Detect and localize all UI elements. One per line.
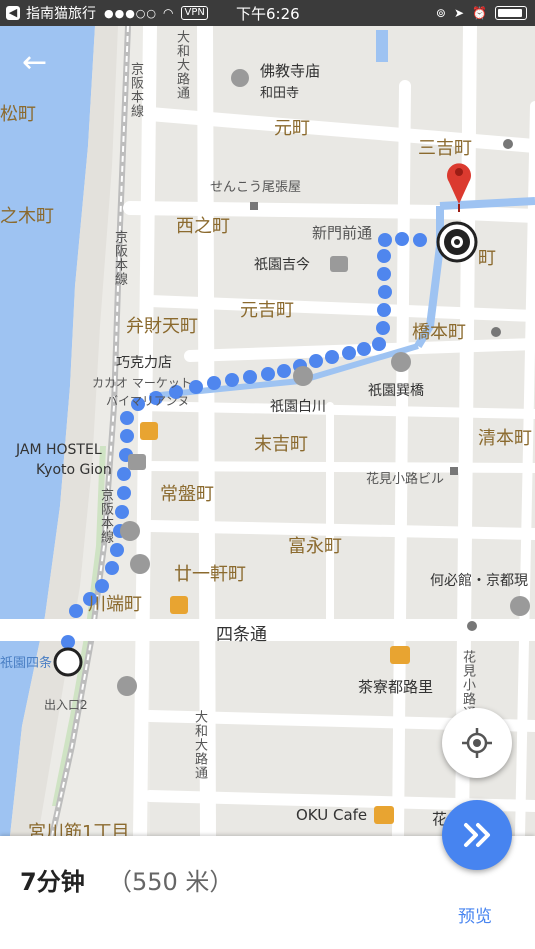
poi-label[interactable]: バイマリアンヌ [106, 392, 190, 409]
signal-icon: ●●●○○ [104, 6, 157, 20]
area-label: 西之町 [176, 216, 230, 237]
poi-label[interactable]: 茶寮都路里 [358, 676, 433, 697]
poi-label[interactable]: JAM HOSTEL [16, 442, 102, 458]
rail-label: 京阪本線 [112, 230, 127, 286]
destination-marker[interactable] [436, 221, 478, 263]
poi-label[interactable]: 祇園吉今 [254, 254, 310, 274]
area-label: 川端町 [88, 594, 142, 615]
poi-label[interactable]: 佛教寺庙 [260, 60, 320, 81]
street-label-shinmonzen: 新門前通 [312, 224, 373, 242]
poi-label[interactable]: 和田寺 [260, 82, 299, 101]
alarm-icon: ⏰ [472, 6, 487, 20]
route-duration: 7分钟 [20, 868, 85, 896]
status-time: 下午6:26 [236, 4, 300, 23]
crosshair-icon [462, 728, 492, 758]
poi-label[interactable]: Kyoto Gion [36, 462, 112, 478]
poi-label[interactable]: 何必館・京都現 [430, 570, 528, 590]
area-label: 弁財天町 [126, 316, 198, 337]
area-label: 廿一軒町 [174, 564, 246, 585]
area-label: 常盤町 [160, 484, 214, 505]
wifi-icon: ◠ [163, 6, 174, 20]
vpn-badge: VPN [181, 6, 208, 20]
poi-label[interactable]: せんこう尾張屋 [210, 176, 301, 195]
my-location-button[interactable] [442, 708, 512, 778]
station-label[interactable]: 祇園四条 [0, 652, 52, 671]
origin-marker[interactable] [53, 647, 83, 677]
location-arrow-icon: ➤ [453, 6, 465, 20]
street-label-yamato-oji: 大和大路通 [192, 710, 207, 780]
area-label: 之木町 [0, 206, 54, 227]
poi-label[interactable]: OKU Cafe [296, 806, 367, 824]
poi-label[interactable]: 祇園巽橋 [368, 380, 424, 400]
area-label: 元町 [274, 118, 310, 139]
poi-label[interactable]: 出入口2 [44, 696, 88, 713]
area-label: 元吉町 [240, 300, 294, 321]
area-label: 橋本町 [412, 322, 466, 343]
area-label: 松町 [0, 104, 36, 125]
start-navigation-button[interactable] [442, 800, 512, 870]
area-label: 末吉町 [254, 434, 308, 455]
route-distance: （550 米） [108, 868, 234, 896]
street-label-yamato-oji: 大和大路通 [174, 30, 189, 100]
double-chevron-right-icon [464, 823, 490, 847]
area-label: 三吉町 [418, 138, 472, 159]
preview-button[interactable]: 预览 [458, 902, 492, 927]
rail-label: 京阪本線 [128, 62, 143, 118]
status-bar: ◀ 指南猫旅行 ●●●○○ ◠ VPN 下午6:26 ⊚ ➤ ⏰ [0, 0, 535, 26]
orientation-lock-icon: ⊚ [435, 6, 446, 20]
area-label: 清本町 [478, 428, 532, 449]
back-app-icon[interactable]: ◀ [6, 6, 20, 20]
poi-label[interactable]: 花見小路ビル [366, 468, 444, 487]
area-label: 町 [478, 248, 496, 269]
battery-icon [495, 6, 527, 20]
rail-label: 京阪本線 [98, 488, 113, 544]
status-right-icons: ⊚ ➤ ⏰ [436, 6, 527, 20]
area-label: 富永町 [288, 536, 342, 557]
poi-label[interactable]: カカオ マーケット [92, 374, 192, 391]
street-label-shijo: 四条通 [216, 625, 267, 645]
app-name: 指南猫旅行 [26, 6, 96, 22]
poi-label[interactable]: 巧克力店 [116, 352, 172, 372]
back-arrow-icon[interactable]: ← [22, 48, 47, 78]
poi-label[interactable]: 祇園白川 [270, 396, 326, 416]
